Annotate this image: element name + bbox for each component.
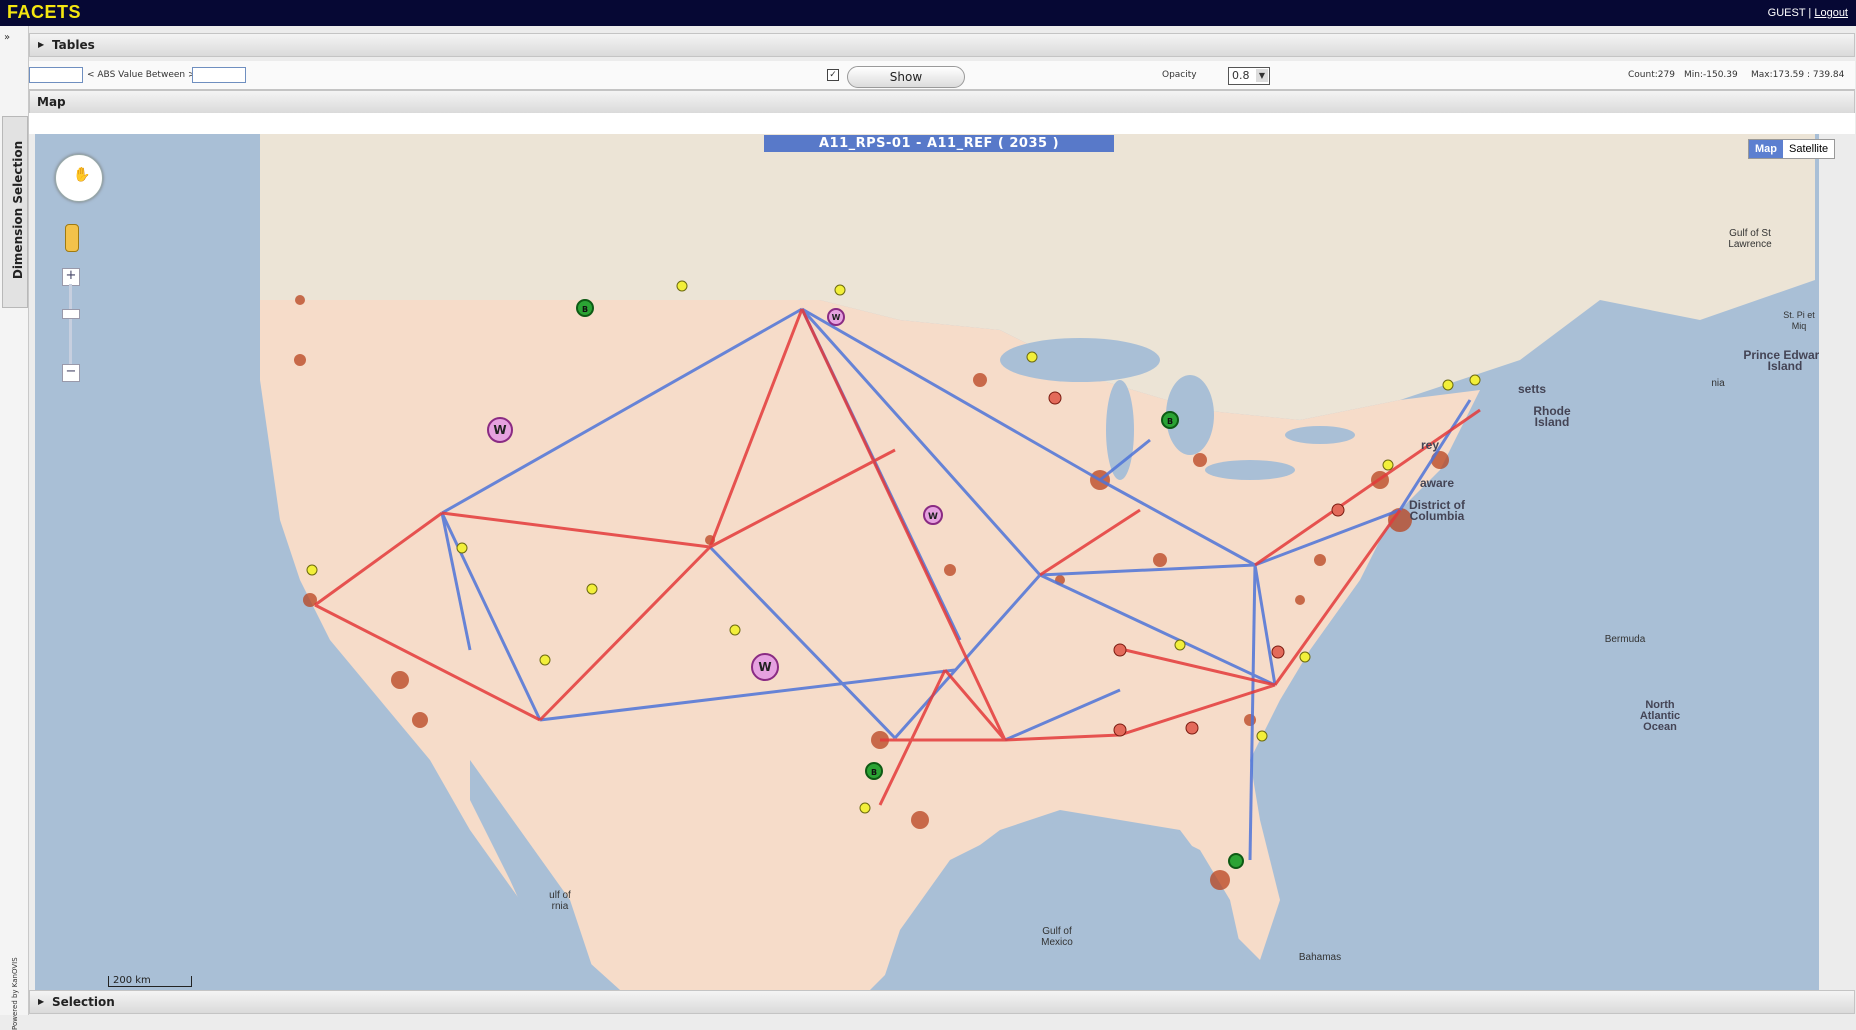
svg-text:W: W: [928, 512, 938, 522]
label-nia: nia: [1711, 378, 1725, 389]
label-atlantic: North Atlantic Ocean: [1639, 699, 1681, 733]
map-type-control: Map Satellite: [1748, 139, 1836, 159]
svg-text:W: W: [493, 423, 506, 437]
chevron-down-icon: ▼: [1256, 69, 1268, 82]
hand-icon: ✋: [73, 167, 91, 183]
lake-erie: [1205, 460, 1295, 480]
selection-panel-header[interactable]: ▶ Selection: [29, 990, 1855, 1014]
dimension-selection-label: Dimension Selection: [11, 140, 25, 280]
tables-panel-header[interactable]: ▶ Tables: [29, 33, 1855, 57]
zoom-slider-handle[interactable]: [62, 309, 80, 319]
label-dc: District of Columbia: [1408, 498, 1465, 523]
balloon-b-green-icon: B: [865, 762, 883, 780]
count-stat: Count:279: [1628, 70, 1675, 80]
show-button[interactable]: Show: [847, 66, 965, 88]
opacity-value: 0.8: [1232, 69, 1250, 82]
opacity-select[interactable]: 0.8 ▼: [1228, 67, 1270, 85]
user-area: GUEST | Logout: [1768, 7, 1848, 19]
balloon-b-green-icon: B: [1161, 411, 1179, 429]
pan-control[interactable]: ✋: [55, 154, 103, 202]
lake-superior: [1000, 338, 1160, 382]
min-stat: Min:-150.39: [1684, 70, 1738, 80]
label-bahamas: Bahamas: [1298, 952, 1342, 963]
zoom-slider-track[interactable]: [69, 284, 72, 364]
svg-text:W: W: [758, 660, 771, 674]
user-name: GUEST: [1767, 7, 1806, 19]
map-title: A11_RPS-01 - A11_REF ( 2035 ): [764, 135, 1114, 152]
user-separator: |: [1808, 7, 1812, 19]
opacity-label: Opacity: [1162, 70, 1197, 80]
label-bermuda: Bermuda: [1604, 634, 1646, 645]
balloon-w-purple-icon: W: [487, 417, 513, 443]
expand-arrow-icon: ▶: [38, 997, 45, 1006]
powered-by-text: Powered by KanOVIS: [11, 957, 19, 1030]
abs-max-input[interactable]: [192, 67, 246, 83]
street-view-pegman-icon[interactable]: [65, 224, 79, 252]
app-header: FACETS GUEST | Logout: [0, 0, 1856, 26]
zoom-out-button[interactable]: −: [62, 364, 80, 382]
map-header-spacer: [29, 113, 1855, 134]
map-type-map-button[interactable]: Map: [1749, 140, 1783, 158]
label-st-pierre: St. Pi et Miq: [1783, 310, 1815, 331]
label-massachusetts: setts: [1517, 382, 1546, 396]
expand-arrow-icon: ▶: [38, 40, 45, 49]
app-logo: FACETS: [7, 2, 82, 22]
max-stat: Max:173.59 : 739.84: [1751, 70, 1845, 80]
label-delaware: aware: [1419, 476, 1455, 490]
map-panel-header: Map: [29, 90, 1855, 114]
left-sidebar: » Dimension Selection Powered by KanOVIS: [0, 26, 29, 1030]
map-svg: W W W W B B B: [260, 134, 1815, 990]
dimension-selection-tab[interactable]: Dimension Selection: [2, 116, 28, 308]
label-jersey: rey: [1420, 438, 1440, 452]
show-checkbox[interactable]: ✓: [827, 69, 839, 81]
map-type-satellite-button[interactable]: Satellite: [1783, 140, 1834, 158]
map-canvas[interactable]: W W W W B B B ✋ + − Gulf of St Lawrence …: [35, 134, 1819, 990]
balloon-b-green-icon: [1228, 853, 1244, 869]
balloon-w-purple-icon: W: [751, 653, 779, 681]
map-scale-bar: 200 km: [108, 976, 192, 987]
selection-panel-title: Selection: [52, 995, 115, 1009]
label-pei: Prince Edward Island: [1743, 348, 1819, 373]
collapse-sidebar-icon[interactable]: »: [4, 32, 10, 43]
svg-text:B: B: [1167, 417, 1173, 426]
filter-toolbar: < ABS Value Between > ✓ Show Opacity 0.8…: [29, 61, 1855, 90]
abs-min-input[interactable]: [29, 67, 83, 83]
label-rhode-island: Rhode Island: [1533, 404, 1571, 429]
balloon-w-purple-icon: W: [923, 505, 943, 525]
svg-text:B: B: [871, 768, 877, 777]
label-gulf-mexico: Gulf of Mexico: [1041, 926, 1073, 948]
map-panel-title: Map: [37, 95, 66, 109]
svg-text:W: W: [832, 313, 841, 322]
label-gulf-california: ulf of rnia: [549, 890, 571, 912]
balloon-w-purple-icon: W: [827, 308, 845, 326]
balloon-b-green-icon: B: [576, 299, 594, 317]
svg-text:B: B: [582, 305, 588, 314]
tables-panel-title: Tables: [52, 38, 95, 52]
abs-value-label: < ABS Value Between >: [87, 70, 196, 80]
logout-link[interactable]: Logout: [1814, 7, 1848, 19]
lake-ontario: [1285, 426, 1355, 444]
label-gulf-st-lawrence: Gulf of St Lawrence: [1728, 228, 1772, 250]
